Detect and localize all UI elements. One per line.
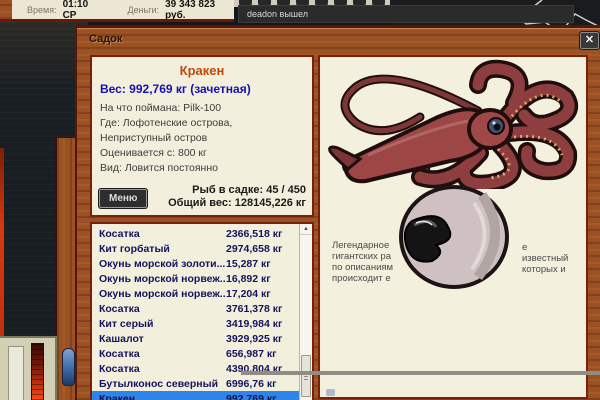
line-tension-bar [8, 346, 24, 400]
hud-wood-edge [0, 0, 12, 22]
description-fragment: гигантских ра [332, 251, 391, 262]
fish-weight-line: Вес: 992,769 кг (зачетная) [100, 82, 312, 96]
cage-total-weight-line: Общий вес: 128145,226 кг [168, 197, 306, 210]
window-bottom-edge [241, 371, 600, 375]
kraken-beak-illustration [384, 183, 519, 293]
cage-count-line: Рыб в садке: 45 / 450 [168, 184, 306, 197]
fish-name: Косатка [92, 363, 226, 375]
fish-kind-line: Вид: Ловится постоянно [100, 161, 306, 176]
fish-weight: 656,987 кг [226, 348, 277, 360]
fish-info-panel: Кракен Вес: 992,769 кг (зачетная) На что… [90, 55, 314, 217]
fish-name: Косатка [92, 303, 226, 315]
description-fragment: которых и [522, 264, 566, 275]
rod-power-bar [31, 343, 44, 400]
window-title: Садок [89, 33, 122, 45]
fish-weight: 3929,925 кг [226, 333, 282, 345]
fish-list-row[interactable]: Бутылконос северный6996,76 кг [92, 376, 299, 391]
fish-name: Кракен [92, 393, 226, 400]
fish-weight: 992,769 кг [226, 393, 277, 400]
scrollbar-thumb[interactable] [301, 355, 311, 397]
fish-rated-line: Оценивается с: 800 кг [100, 146, 306, 161]
money-label: Деньги: [127, 5, 159, 15]
fish-name: Косатка [92, 348, 226, 360]
fish-name: Бутылконос северный [92, 378, 226, 390]
description-fragment: известный [522, 253, 568, 264]
fish-name: Окунь морской норвеж... [92, 273, 226, 285]
fish-name: Кит серый [92, 318, 226, 330]
fish-name: Кашалот [92, 333, 226, 345]
description-fragment: происходит е [332, 273, 391, 284]
chat-bar[interactable]: deadon вышел [238, 5, 574, 23]
fish-list-row[interactable]: Кракен992,769 кг [92, 391, 299, 400]
description-fragment: по описаниям [332, 262, 393, 273]
fish-weight: 17,204 кг [226, 288, 271, 300]
time-label: Время: [27, 5, 57, 15]
fish-name: Окунь морской золоти... [92, 258, 226, 270]
money-value: 39 343 823 руб. [165, 0, 234, 21]
time-value: 01:10 СР [63, 0, 103, 21]
menu-button[interactable]: Меню [99, 189, 147, 208]
fight-meter-panel [0, 336, 57, 400]
fish-list-row[interactable]: Косатка2366,518 кг [92, 226, 299, 241]
blue-float-object [62, 348, 75, 386]
fish-list-row[interactable]: Кит горбатый2974,658 кг [92, 241, 299, 256]
scroll-up-icon[interactable]: ▲ [300, 224, 312, 235]
fish-description-panel: Легендарноегигантских рапо описаниямпрои… [318, 55, 588, 399]
fish-weight: 16,892 кг [226, 273, 271, 285]
close-icon[interactable]: ✕ [580, 32, 599, 49]
fish-name: Кит горбатый [92, 243, 226, 255]
kraken-illustration [328, 59, 582, 189]
panel-corner-icon [326, 389, 335, 396]
fish-list-row[interactable]: Окунь морской норвеж...17,204 кг [92, 286, 299, 301]
fish-where-line: Где: Лофотенские острова, Неприступный о… [100, 116, 306, 146]
game-screen: Время: 01:10 СР Деньги: 39 343 823 руб. … [0, 0, 600, 400]
fish-name-title: Кракен [92, 63, 312, 78]
fish-weight: 2974,658 кг [226, 243, 282, 255]
fish-list-row[interactable]: Окунь морской золоти...15,287 кг [92, 256, 299, 271]
fish-list-row[interactable]: Кашалот3929,925 кг [92, 331, 299, 346]
fish-list-row[interactable]: Косатка656,987 кг [92, 346, 299, 361]
fish-name: Косатка [92, 228, 226, 240]
fish-list-row[interactable]: Косатка3761,378 кг [92, 301, 299, 316]
keepnet-window: Садок ✕ Кракен Вес: 992,769 кг (зачетная… [75, 25, 600, 400]
description-fragment: Легендарное [332, 240, 389, 251]
fish-list-row[interactable]: Кит серый3419,984 кг [92, 316, 299, 331]
fish-weight: 2366,518 кг [226, 228, 282, 240]
fish-weight: 3761,378 кг [226, 303, 282, 315]
fish-weight: 3419,984 кг [226, 318, 282, 330]
fish-name: Окунь морской норвеж... [92, 288, 226, 300]
chat-message: deadon вышел [239, 9, 308, 19]
fish-weight: 6996,76 кг [226, 378, 277, 390]
rod-red-stripe [0, 148, 4, 346]
fish-weight: 15,287 кг [226, 258, 271, 270]
fish-list-row[interactable]: Окунь морской норвеж...16,892 кг [92, 271, 299, 286]
status-bar: Время: 01:10 СР Деньги: 39 343 823 руб. [12, 0, 234, 22]
cage-totals: Рыб в садке: 45 / 450 Общий вес: 128145,… [168, 184, 306, 210]
description-fragment: е [522, 242, 527, 253]
fish-bait-line: На что поймана: Pilk-100 [100, 101, 306, 116]
